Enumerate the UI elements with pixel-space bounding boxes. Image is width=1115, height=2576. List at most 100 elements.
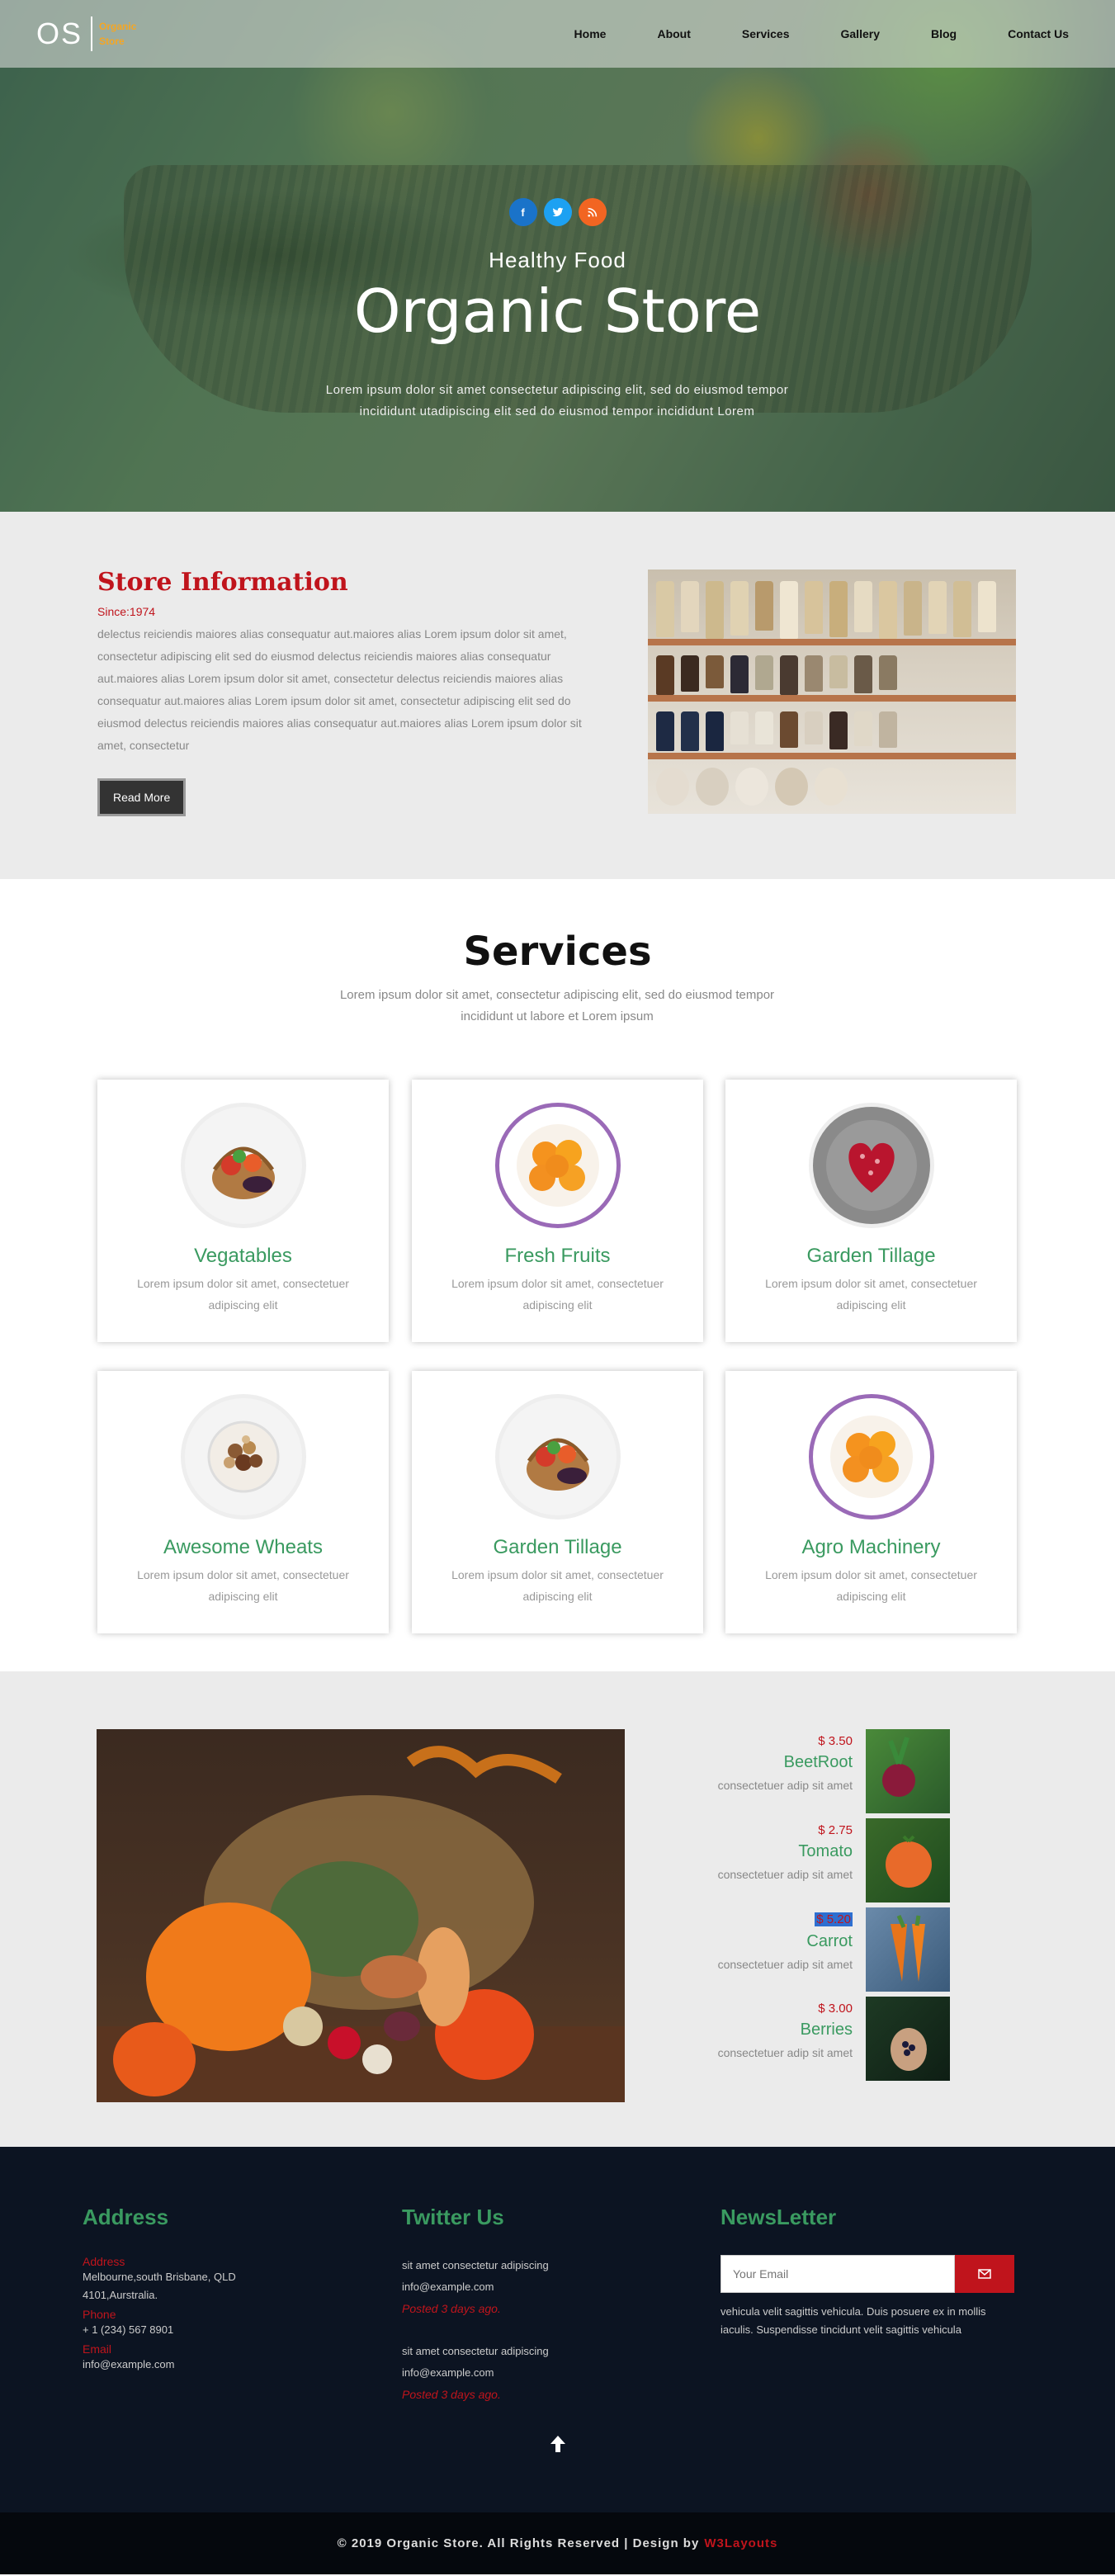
designer-link[interactable]: W3Layouts [704,2536,777,2550]
orange-slices-icon [808,1394,934,1520]
service-name: Awesome Wheats [163,1536,323,1558]
tweet-posted: Posted 3 days ago. [402,2302,501,2315]
heart-bowl-icon [808,1103,934,1228]
service-name: Garden Tillage [493,1536,622,1558]
hero-description: Lorem ipsum dolor sit amet consectetur a… [325,383,789,418]
berries-thumbnail [866,1997,950,2081]
product-name: BeetRoot [783,1753,853,1771]
service-description: Lorem ipsum dolor sit amet, consectetuer… [137,1568,349,1603]
service-card[interactable]: Awesome Wheats Lorem ipsum dolor sit ame… [97,1371,389,1633]
newsletter-text: vehicula velit sagittis vehicula. Duis p… [720,2305,986,2336]
email-text[interactable]: info@example.com [83,2356,380,2374]
product-item[interactable]: $ 5.20 Carrot consectetuer adip sit amet [620,1907,950,1992]
store-info-text: Store Information Since:1974 delectus re… [97,568,609,816]
main-menu: Home About Services Gallery Blog Contact… [523,27,1069,40]
nav-about[interactable]: About [657,27,690,40]
rss-icon[interactable] [578,198,607,226]
tweet-email[interactable]: info@example.com [402,2276,699,2298]
site-logo[interactable]: OS Organic Store [36,17,157,51]
product-name: Tomato [798,1842,853,1860]
read-more-button[interactable]: Read More [97,778,187,816]
service-card[interactable]: Vegatables Lorem ipsum dolor sit amet, c… [97,1080,389,1342]
phone-label: Phone [83,2308,116,2321]
newsletter-submit-button[interactable] [955,2255,1014,2293]
beetroot-thumbnail [866,1729,950,1813]
pantry-shelf-image [648,570,1016,814]
store-info-body: delectus reiciendis maiores alias conseq… [97,627,582,752]
service-name: Fresh Fruits [504,1245,611,1267]
nav-home[interactable]: Home [574,27,607,40]
nav-services[interactable]: Services [742,27,790,40]
product-description: consectetuer adip sit amet [717,1958,853,1971]
service-description: Lorem ipsum dolor sit amet, consectetuer… [451,1277,664,1312]
basket-icon [494,1394,621,1520]
social-links: f [0,198,1115,226]
hero-title: Organic Store [353,277,762,346]
twitter-heading: Twitter Us [402,2205,504,2229]
service-card[interactable]: Garden Tillage Lorem ipsum dolor sit ame… [412,1371,703,1633]
product-description: consectetuer adip sit amet [717,1779,853,1792]
product-price: $ 3.50 [818,1734,853,1748]
email-label: Email [83,2342,112,2356]
product-item[interactable]: $ 2.75 Tomato consectetuer adip sit amet [620,1818,950,1902]
envelope-icon [978,2269,991,2279]
service-description: Lorem ipsum dolor sit amet, consectetuer… [451,1568,664,1603]
logo-text: Organic Store [99,21,137,47]
newsletter-heading: NewsLetter [720,2205,837,2229]
harvest-basket-image [97,1729,625,2102]
carrot-thumbnail [866,1907,950,1992]
newsletter-email-input[interactable] [720,2255,955,2293]
twitter-icon[interactable] [543,198,572,226]
services-title: Services [463,929,652,975]
service-name: Vegatables [194,1245,292,1267]
address-text: Melbourne,south Brisbane, QLD 4101,Aurst… [83,2271,236,2301]
copyright-text: © 2019 Organic Store. All Rights Reserve… [337,2536,700,2550]
tomato-thumbnail [866,1818,950,1902]
nav-gallery[interactable]: Gallery [841,27,880,40]
service-card[interactable]: Agro Machinery Lorem ipsum dolor sit ame… [725,1371,1017,1633]
product-price: $ 5.20 [815,1912,853,1926]
service-description: Lorem ipsum dolor sit amet, consectetuer… [765,1277,977,1312]
copyright-bar: © 2019 Organic Store. All Rights Reserve… [0,2512,1115,2574]
service-name: Agro Machinery [801,1536,941,1558]
services-description: Lorem ipsum dolor sit amet, consectetur … [339,988,775,1023]
hero-subtitle: Healthy Food [489,248,626,272]
product-description: consectetuer adip sit amet [717,2046,853,2059]
product-price: $ 3.00 [818,2002,853,2016]
address-heading: Address [83,2205,169,2229]
store-since: Since:1974 [97,605,156,618]
hero-banner: OS Organic Store Home About Services Gal… [0,0,1115,512]
cereal-bowl-icon [180,1394,306,1520]
services-section: Services Lorem ipsum dolor sit amet, con… [0,879,1115,1671]
service-card[interactable]: Fresh Fruits Lorem ipsum dolor sit amet,… [412,1080,703,1342]
logo-mark: OS [36,17,93,51]
product-price: $ 2.75 [818,1823,853,1837]
product-description: consectetuer adip sit amet [717,1868,853,1881]
nav-blog[interactable]: Blog [931,27,957,40]
address-label: Address [83,2255,125,2268]
service-card[interactable]: Garden Tillage Lorem ipsum dolor sit ame… [725,1080,1017,1342]
facebook-icon[interactable]: f [508,198,537,226]
tweet-email[interactable]: info@example.com [402,2362,699,2384]
newsletter-form [720,2255,1018,2293]
product-name: Carrot [806,1932,853,1950]
service-description: Lorem ipsum dolor sit amet, consectetuer… [765,1568,977,1603]
tweet-text: sit amet consectetur adipiscing [402,2345,549,2357]
scroll-to-top-arrow-icon[interactable] [0,2432,1115,2460]
basket-icon [180,1103,306,1228]
tweet-text: sit amet consectetur adipiscing [402,2259,549,2271]
footer-newsletter: NewsLetter vehicula velit sagittis vehic… [720,2205,1018,2339]
product-name: Berries [800,2021,853,2039]
top-navbar: OS Organic Store Home About Services Gal… [0,0,1115,68]
products-section: $ 3.50 BeetRoot consectetuer adip sit am… [0,1671,1115,2147]
product-item[interactable]: $ 3.50 BeetRoot consectetuer adip sit am… [620,1729,950,1813]
store-info-title: Store Information [97,568,348,597]
service-name: Garden Tillage [806,1245,936,1267]
footer-address: Address Address Melbourne,south Brisbane… [83,2205,380,2374]
tweet-posted: Posted 3 days ago. [402,2388,501,2401]
product-item[interactable]: $ 3.00 Berries consectetuer adip sit ame… [620,1997,950,2081]
site-footer: Address Address Melbourne,south Brisbane… [0,2147,1115,2512]
service-description: Lorem ipsum dolor sit amet, consectetuer… [137,1277,349,1312]
nav-contact[interactable]: Contact Us [1008,27,1069,40]
store-information-section: Store Information Since:1974 delectus re… [0,512,1115,879]
